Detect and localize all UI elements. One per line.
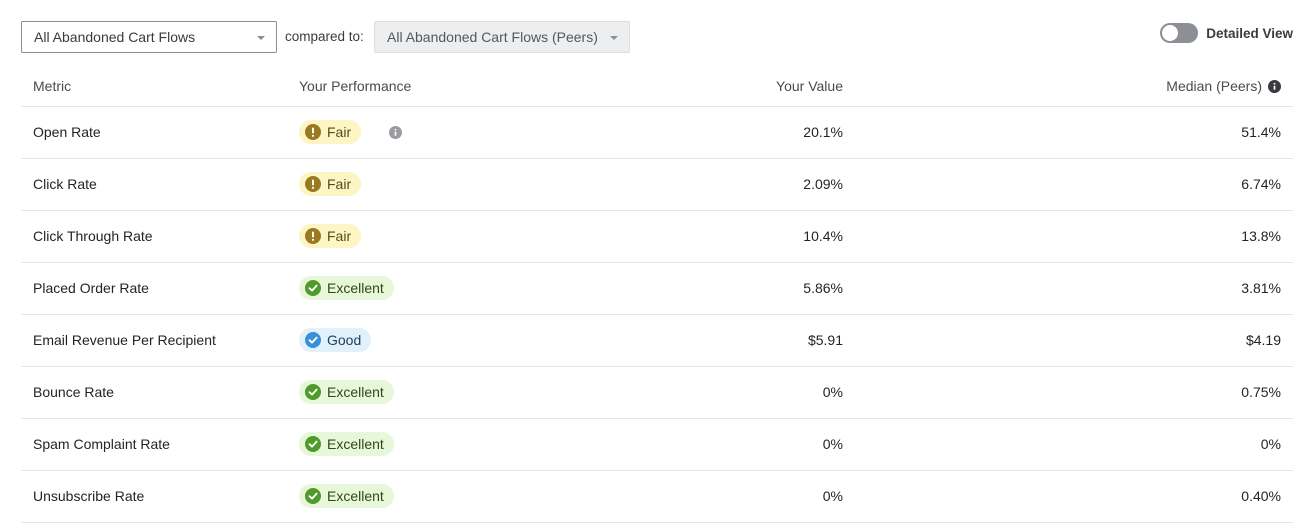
header-value: Your Value [599,67,843,107]
median-value: 51.4% [843,106,1293,159]
rating-label: Fair [327,124,352,140]
your-value: 0% [599,470,843,523]
rating-badge: Excellent [299,432,394,456]
warning-icon [305,228,327,244]
metric-name: Spam Complaint Rate [21,418,299,471]
table-row: Bounce Rate Excellent 0% 0.75% [21,366,1293,419]
table-row: Click Rate Fair 2.09% 6.74% [21,158,1293,211]
metric-name: Email Revenue Per Recipient [21,314,299,367]
header-performance: Your Performance [299,67,599,107]
performance-cell: Good [299,314,599,367]
rating-badge: Excellent [299,380,394,404]
median-value: $4.19 [843,314,1293,367]
performance-cell: Fair [299,158,599,211]
performance-cell: Excellent [299,366,599,419]
table-header-row: Metric Your Performance Your Value Media… [21,67,1293,107]
metric-name: Unsubscribe Rate [21,470,299,523]
median-value: 0% [843,418,1293,471]
flow-select-value: All Abandoned Cart Flows [34,29,196,45]
check-circle-icon [305,436,327,452]
your-value: 0% [599,418,843,471]
filter-bar: All Abandoned Cart Flows compared to: Al… [21,21,1293,53]
info-icon[interactable] [389,125,403,139]
table-row: Open Rate Fair 20.1% 51.4% [21,106,1293,159]
benchmark-table: Metric Your Performance Your Value Media… [21,67,1293,523]
peer-select-value: All Abandoned Cart Flows (Peers) [387,29,598,45]
check-circle-icon [305,280,327,296]
performance-cell: Excellent [299,262,599,315]
metric-name: Click Through Rate [21,210,299,263]
table-row: Placed Order Rate Excellent 5.86% 3.81% [21,262,1293,315]
rating-label: Excellent [327,280,384,296]
rating-label: Good [327,332,362,348]
toggle-switch[interactable] [1160,23,1199,43]
median-value: 3.81% [843,262,1293,315]
rating-label: Fair [327,228,352,244]
warning-icon [305,124,327,140]
your-value: 0% [599,366,843,419]
median-value: 0.40% [843,470,1293,523]
rating-badge: Excellent [299,276,394,300]
rating-badge: Excellent [299,484,394,508]
table-row: Unsubscribe Rate Excellent 0% 0.40% [21,470,1293,523]
metric-name: Placed Order Rate [21,262,299,315]
rating-badge: Fair [299,120,362,144]
info-icon[interactable] [1268,79,1281,93]
your-value: $5.91 [599,314,843,367]
chevron-down-icon [610,36,618,40]
your-value: 10.4% [599,210,843,263]
rating-badge: Fair [299,172,362,196]
performance-cell: Excellent [299,470,599,523]
peer-select[interactable]: All Abandoned Cart Flows (Peers) [374,21,630,53]
header-median-label: Median (Peers) [1166,78,1262,95]
rating-label: Excellent [327,384,384,400]
check-circle-icon [305,488,327,504]
rating-label: Excellent [327,488,384,504]
warning-icon [305,176,327,192]
header-metric: Metric [21,67,299,107]
compared-to-label: compared to: [285,29,364,44]
performance-cell: Excellent [299,418,599,471]
metric-name: Bounce Rate [21,366,299,419]
performance-cell: Fair [299,106,599,159]
detailed-view-label: Detailed View [1206,25,1293,41]
your-value: 20.1% [599,106,843,159]
metric-name: Click Rate [21,158,299,211]
rating-badge: Good [299,328,372,352]
metric-name: Open Rate [21,106,299,159]
median-value: 6.74% [843,158,1293,211]
rating-label: Fair [327,176,352,192]
table-row: Email Revenue Per Recipient Good $5.91 $4.1… [21,314,1293,367]
your-value: 5.86% [599,262,843,315]
rating-label: Excellent [327,436,384,452]
chevron-down-icon [257,36,265,40]
header-median: Median (Peers) [843,67,1293,107]
median-value: 13.8% [843,210,1293,263]
flow-select[interactable]: All Abandoned Cart Flows [21,21,277,53]
toggle-knob [1162,25,1179,41]
table-row: Click Through Rate Fair 10.4% 13.8% [21,210,1293,263]
detailed-view-toggle[interactable]: Detailed View [1160,21,1293,45]
your-value: 2.09% [599,158,843,211]
table-row: Spam Complaint Rate Excellent 0% 0% [21,418,1293,471]
performance-cell: Fair [299,210,599,263]
median-value: 0.75% [843,366,1293,419]
rating-badge: Fair [299,224,362,248]
check-circle-icon [305,332,327,348]
check-circle-icon [305,384,327,400]
